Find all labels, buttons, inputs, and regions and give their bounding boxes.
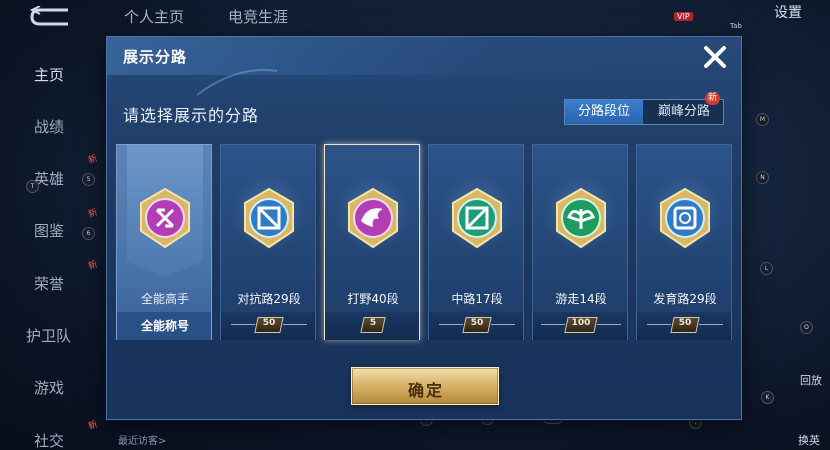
rank-stars: 100 [571, 318, 591, 328]
decorative-swoosh [197, 69, 277, 96]
sidebar-item-record[interactable]: 战绩 [34, 116, 64, 137]
rank-stars: 50 [470, 318, 484, 328]
new-badge: 新 [87, 259, 99, 273]
new-badge: 新 [87, 207, 99, 221]
allround-emblem-icon [140, 187, 190, 249]
sidebar-item-codex[interactable]: 图鉴 [34, 220, 64, 241]
lane-name: 发育路29段 [653, 292, 717, 306]
tab-esports-career[interactable]: 电竞生涯 [228, 6, 288, 27]
clash-lane-emblem-icon [244, 187, 294, 249]
lane-display-dialog: 展示分路 请选择展示的分路 分路段位 巅峰分路 新 全能高手 全能称号 对抗路2… [106, 36, 742, 420]
hotkey-hint: T [26, 180, 39, 193]
vip-badge: VIP [674, 12, 693, 21]
sidebar-item-home[interactable]: 主页 [34, 64, 64, 85]
rank-stars: 5 [369, 318, 377, 328]
lane-name: 全能高手 [140, 292, 189, 306]
select-lane-prompt: 请选择展示的分路 [123, 106, 260, 125]
jungle-emblem-icon [348, 187, 398, 249]
hotkey-hint: K [761, 391, 774, 404]
hotkey-hint: O [800, 321, 813, 334]
sidebar-item-honor[interactable]: 荣誉 [34, 273, 64, 294]
sidebar: 主页 战绩 英雄 新 图鉴 新 荣誉 新 护卫队 游戏 社交 新 [0, 40, 100, 450]
back-arrow-icon[interactable] [28, 6, 72, 28]
dialog-title: 展示分路 [123, 48, 188, 66]
lane-name: 打野40段 [347, 292, 399, 306]
hotkey-hint: N [756, 171, 769, 184]
close-icon[interactable] [700, 42, 730, 72]
rank-stars: 50 [678, 318, 692, 328]
hotkey-hint: 5 [82, 173, 95, 186]
lane-card-jungle[interactable]: 打野40段 5 [324, 144, 420, 340]
toggle-lane-rank[interactable]: 分路段位 [565, 100, 643, 124]
lane-card-mid[interactable]: 中路17段 50 [428, 144, 524, 340]
mid-lane-emblem-icon [452, 187, 502, 249]
sidebar-item-games[interactable]: 游戏 [34, 377, 64, 398]
lane-card-allround[interactable]: 全能高手 全能称号 [116, 144, 212, 340]
rank-stars: 50 [262, 318, 276, 328]
settings-button[interactable]: 设置 [774, 2, 802, 22]
sidebar-item-social[interactable]: 社交 [34, 430, 64, 450]
lane-card-clash[interactable]: 对抗路29段 50 [220, 144, 316, 340]
change-hero-label[interactable]: 换英雄 [798, 432, 830, 450]
tab-profile[interactable]: 个人主页 [124, 6, 184, 27]
tab-key-hint: Tab [730, 22, 742, 30]
hotkey-hint: M [756, 113, 769, 126]
new-badge: 新 [87, 419, 99, 433]
lane-mode-toggle: 分路段位 巅峰分路 [564, 99, 724, 125]
roam-emblem-icon [556, 187, 606, 249]
new-badge: 新 [705, 92, 721, 105]
lane-card-roam[interactable]: 游走14段 100 [532, 144, 628, 340]
sidebar-item-guard[interactable]: 护卫队 [26, 325, 71, 346]
hotkey-hint: 6 [82, 227, 95, 240]
lane-name: 游走14段 [555, 292, 607, 306]
replay-label[interactable]: 回放 [800, 372, 822, 388]
confirm-label: 确定 [407, 381, 444, 400]
lane-card-farm[interactable]: 发育路29段 50 [636, 144, 732, 340]
recent-visitors-link[interactable]: 最近访客> [118, 432, 166, 447]
lane-name: 对抗路29段 [237, 292, 301, 306]
allround-title: 全能称号 [140, 319, 189, 333]
hotkey-hint: L [760, 262, 773, 275]
lane-name: 中路17段 [451, 292, 503, 306]
top-bar: 个人主页 电竞生涯 VIP Tab 设置 [0, 0, 830, 34]
farm-lane-emblem-icon [660, 187, 710, 249]
new-badge: 新 [87, 153, 99, 167]
confirm-button[interactable]: 确定 [351, 367, 499, 405]
